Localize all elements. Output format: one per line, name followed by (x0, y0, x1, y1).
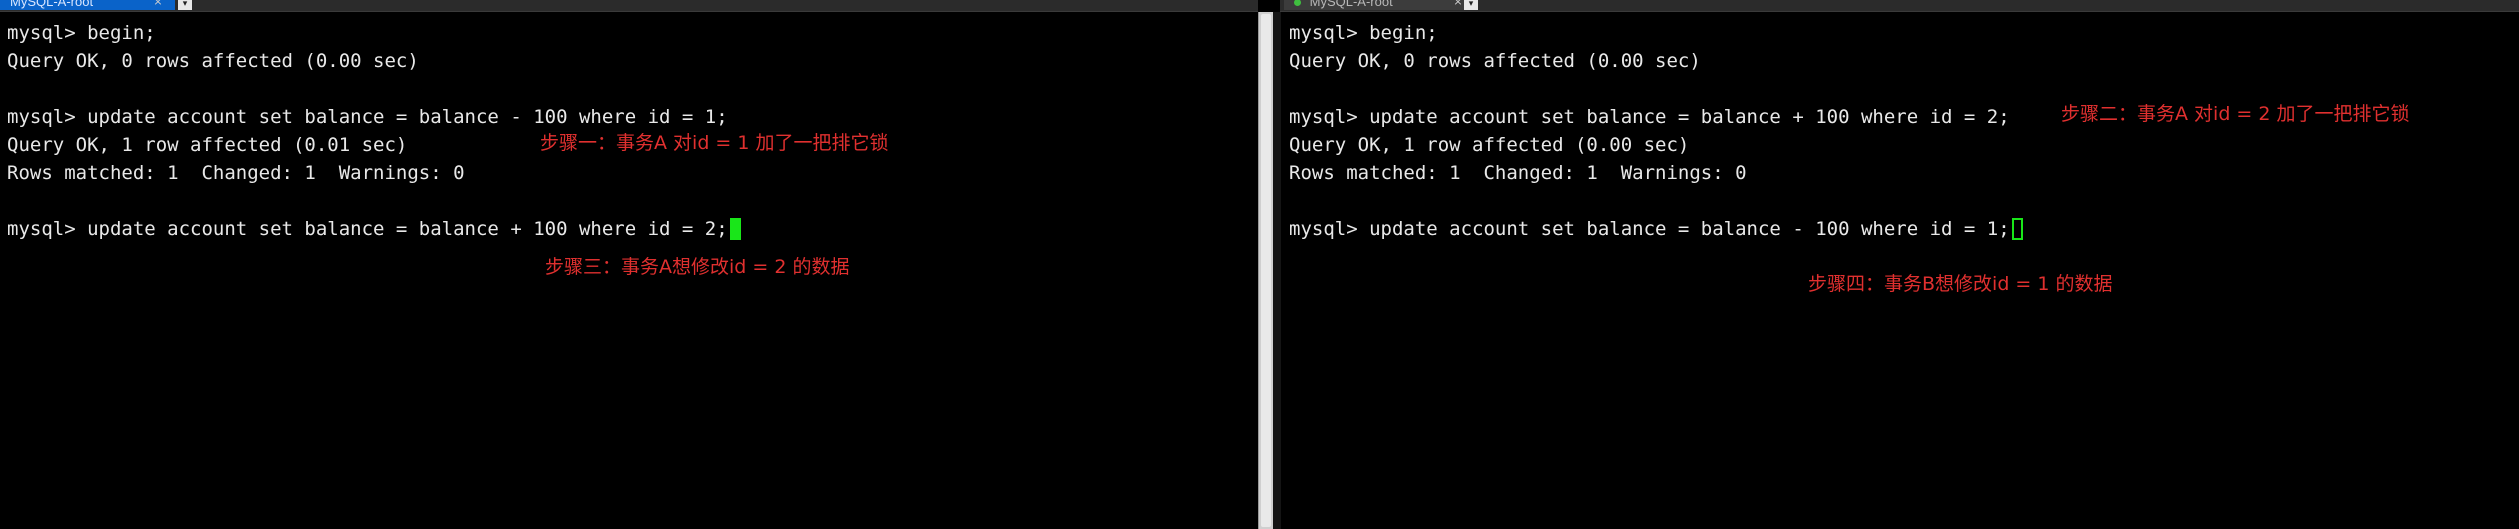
screen: MySQL-A-root × ▾ MySQL-A-root × ▾ mysql>… (0, 0, 2519, 529)
scrollbar-left[interactable] (1258, 12, 1273, 529)
terminal-line: mysql> update account set balance = bala… (7, 106, 728, 128)
terminal-line: Rows matched: 1 Changed: 1 Warnings: 0 (7, 162, 465, 184)
annotation-step1: 步骤一：事务A 对id = 1 加了一把排它锁 (540, 132, 889, 154)
chevron-down-icon[interactable]: ▾ (1464, 0, 1478, 10)
pane-divider[interactable] (1273, 12, 1281, 529)
terminal-line: mysql> begin; (1289, 22, 1438, 44)
left-tab-bar: MySQL-A-root × ▾ (0, 0, 1258, 12)
terminal-input-text: mysql> update account set balance = bala… (1289, 218, 2010, 240)
terminal-pane-right[interactable]: mysql> begin; Query OK, 0 rows affected … (1281, 12, 2519, 529)
terminal-pane-left[interactable]: mysql> begin; Query OK, 0 rows affected … (0, 12, 1256, 529)
tab-title: MySQL-A-root (10, 0, 94, 9)
terminal-line: mysql> begin; (7, 22, 156, 44)
terminal-line: Rows matched: 1 Changed: 1 Warnings: 0 (1289, 162, 1747, 184)
right-tab-bar: MySQL-A-root × ▾ (1280, 0, 2519, 12)
cursor (2011, 218, 2023, 240)
tab-mysql-a-root-left[interactable]: MySQL-A-root (0, 0, 175, 10)
terminal-input-text: mysql> update account set balance = bala… (7, 218, 728, 240)
status-dot-icon (1294, 0, 1301, 7)
tab-mysql-a-root-right[interactable]: MySQL-A-root (1284, 0, 1464, 10)
terminal-line: Query OK, 1 row affected (0.01 sec) (7, 134, 408, 156)
terminal-prompt-line[interactable]: mysql> update account set balance = bala… (7, 218, 741, 240)
cursor (729, 218, 741, 240)
terminal-line: Query OK, 0 rows affected (0.00 sec) (1289, 50, 1701, 72)
terminal-line: Query OK, 0 rows affected (0.00 sec) (7, 50, 419, 72)
terminal-line: mysql> update account set balance = bala… (1289, 106, 2010, 128)
tab-title: MySQL-A-root (1309, 0, 1393, 9)
terminal-line: Query OK, 1 row affected (0.00 sec) (1289, 134, 1690, 156)
annotation-step2: 步骤二：事务A 对id = 2 加了一把排它锁 (2061, 103, 2410, 125)
annotation-step3: 步骤三：事务A想修改id = 2 的数据 (545, 256, 850, 278)
chevron-down-icon[interactable]: ▾ (178, 0, 192, 10)
annotation-step4: 步骤四：事务B想修改id = 1 的数据 (1808, 273, 2113, 295)
close-icon[interactable]: × (150, 0, 166, 10)
scrollbar-thumb[interactable] (1261, 14, 1271, 527)
terminal-prompt-line[interactable]: mysql> update account set balance = bala… (1289, 218, 2023, 240)
